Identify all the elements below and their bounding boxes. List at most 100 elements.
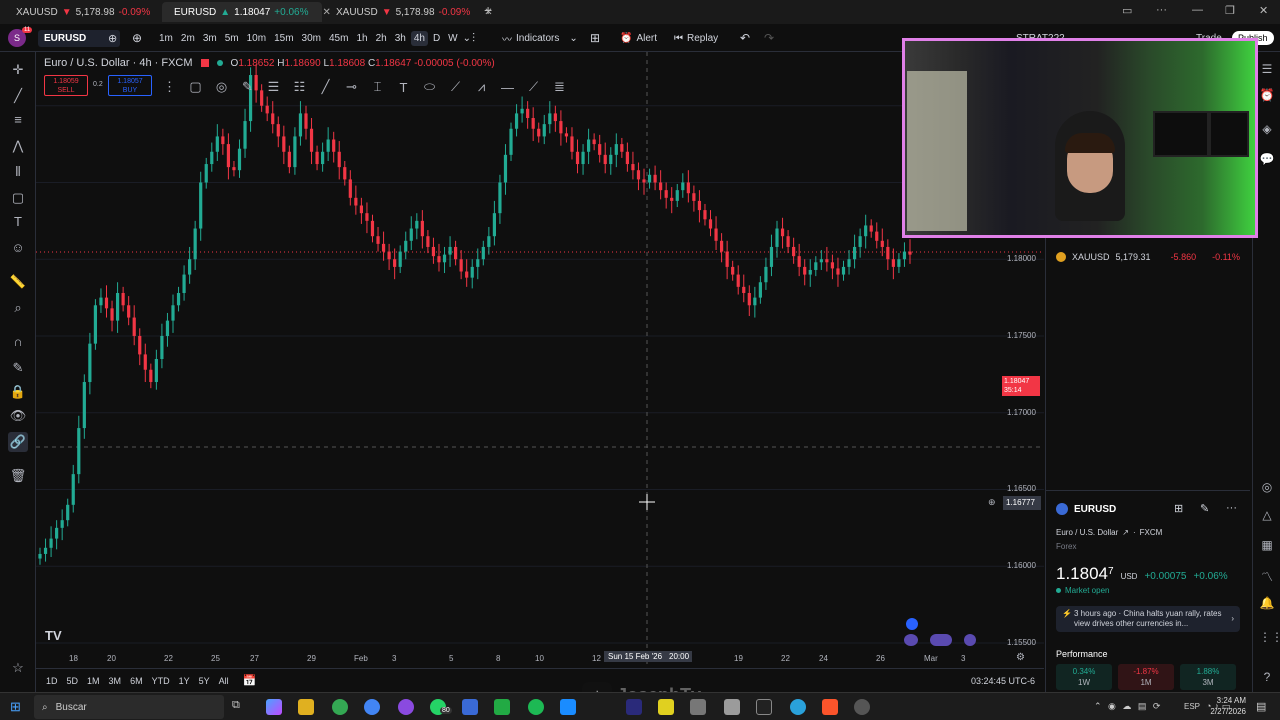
parallel-channel-icon[interactable]: ☷ bbox=[290, 79, 309, 95]
candle-body[interactable] bbox=[609, 154, 613, 165]
candle-body[interactable] bbox=[470, 266, 474, 278]
timeframe-3h[interactable]: 3h bbox=[392, 31, 409, 46]
candle-body[interactable] bbox=[160, 335, 164, 359]
add-symbol-icon[interactable]: ⊕ bbox=[132, 24, 142, 52]
candle-body[interactable] bbox=[321, 151, 325, 165]
ideas-icon[interactable]: △ bbox=[1259, 508, 1275, 524]
help-icon[interactable]: ? bbox=[1259, 670, 1275, 686]
candle-body[interactable] bbox=[337, 151, 341, 168]
candle-body[interactable] bbox=[620, 144, 624, 152]
candle-body[interactable] bbox=[226, 144, 231, 168]
favorites-star-icon[interactable]: ☆ bbox=[8, 658, 28, 678]
grid-view-icon[interactable]: ⊞ bbox=[1174, 502, 1183, 515]
target-icon[interactable]: ◎ bbox=[1259, 480, 1275, 496]
discord-icon[interactable] bbox=[398, 699, 414, 715]
candle-body[interactable] bbox=[276, 124, 280, 137]
task-view-icon[interactable]: ⧉ bbox=[232, 699, 248, 715]
buy-button[interactable]: 1.18057 BUY bbox=[108, 75, 152, 96]
candle-body[interactable] bbox=[93, 305, 98, 344]
candle-body[interactable] bbox=[88, 343, 92, 383]
candle-body[interactable] bbox=[880, 240, 884, 247]
candle-body[interactable] bbox=[171, 305, 175, 321]
candle-body[interactable] bbox=[780, 228, 785, 237]
system-tray-icons[interactable]: ⌃ ◉ ☁ ▤ ⟳ bbox=[1094, 701, 1162, 712]
candle-body[interactable] bbox=[841, 266, 846, 275]
timeframe-30m[interactable]: 30m bbox=[299, 31, 324, 46]
candle-body[interactable] bbox=[653, 174, 657, 183]
candle-body[interactable] bbox=[631, 164, 635, 171]
redo-icon[interactable]: ↷ bbox=[764, 24, 774, 52]
candle-body[interactable] bbox=[636, 170, 641, 180]
price-chart[interactable] bbox=[36, 52, 1044, 666]
candle-body[interactable] bbox=[199, 182, 203, 229]
candle-body[interactable] bbox=[481, 246, 485, 260]
candle-body[interactable] bbox=[742, 286, 746, 293]
layers-icon[interactable]: ◈ bbox=[1259, 122, 1275, 138]
candle-body[interactable] bbox=[514, 113, 519, 129]
notifications-icon[interactable]: 🔔 bbox=[1259, 596, 1275, 612]
candle-body[interactable] bbox=[415, 220, 419, 229]
candle-body[interactable] bbox=[803, 266, 807, 275]
candle-body[interactable] bbox=[409, 228, 413, 241]
edit-icon[interactable]: ✎ bbox=[1200, 502, 1209, 515]
app-icon[interactable] bbox=[462, 699, 478, 715]
candle-body[interactable] bbox=[104, 297, 109, 309]
candle-body[interactable] bbox=[121, 292, 125, 306]
rectangle-icon[interactable]: ▢ bbox=[186, 79, 205, 95]
browser-tab-xauusd-2[interactable]: XAUUSD ▼ 5,178.98 -0.09% ✕ bbox=[324, 2, 493, 22]
candle-body[interactable] bbox=[127, 305, 131, 318]
trend-line-icon[interactable]: ╱ bbox=[316, 79, 335, 95]
timeframe-dropdown-icon[interactable]: ⌄ bbox=[463, 33, 471, 44]
candle-body[interactable] bbox=[293, 136, 297, 168]
menu-icon[interactable]: ≣ bbox=[550, 79, 569, 95]
horizontal-line-icon[interactable]: ⊸ bbox=[342, 79, 361, 95]
projection-tool-icon[interactable]: ⫴ bbox=[8, 162, 28, 182]
candle-body[interactable] bbox=[498, 182, 502, 214]
ruler-tool-icon[interactable]: 📏 bbox=[8, 272, 28, 292]
app-icon[interactable] bbox=[560, 699, 576, 715]
candle-body[interactable] bbox=[814, 262, 818, 270]
candle-body[interactable] bbox=[82, 382, 86, 429]
candle-body[interactable] bbox=[77, 428, 81, 475]
candle-body[interactable] bbox=[586, 139, 591, 152]
user-avatar[interactable]: S 11 bbox=[8, 24, 33, 52]
shapes-tool-icon[interactable]: ▢ bbox=[8, 188, 28, 208]
candle-body[interactable] bbox=[326, 139, 330, 152]
candle-body[interactable] bbox=[315, 151, 319, 165]
candle-body[interactable] bbox=[426, 236, 430, 247]
candle-body[interactable] bbox=[138, 335, 142, 355]
candle-body[interactable] bbox=[659, 182, 663, 191]
maximize-icon[interactable]: ❐ bbox=[1225, 4, 1235, 17]
candle-body[interactable] bbox=[869, 225, 873, 232]
candle-body[interactable] bbox=[193, 228, 197, 260]
arrow-icon[interactable]: ⟋ bbox=[524, 79, 543, 95]
candle-body[interactable] bbox=[792, 246, 796, 257]
candle-body[interactable] bbox=[736, 274, 740, 287]
candle-body[interactable] bbox=[210, 151, 214, 165]
candle-body[interactable] bbox=[825, 259, 829, 263]
pattern-tool-icon[interactable]: ⋀ bbox=[8, 136, 28, 156]
performance-tile[interactable]: 1.88% 3M bbox=[1180, 664, 1236, 690]
candle-body[interactable] bbox=[703, 210, 707, 220]
timeframe-10m[interactable]: 10m bbox=[244, 31, 269, 46]
candle-body[interactable] bbox=[49, 538, 53, 548]
watchlist-row[interactable]: XAUUSD 5,179.31 -5.860 -0.11% bbox=[1056, 252, 1246, 262]
candle-body[interactable] bbox=[775, 228, 779, 247]
app-icon[interactable] bbox=[658, 699, 674, 715]
candle-body[interactable] bbox=[271, 113, 275, 125]
candle-body[interactable] bbox=[243, 121, 247, 149]
circle-icon[interactable]: ◎ bbox=[212, 79, 231, 95]
candle-body[interactable] bbox=[149, 369, 153, 383]
candle-body[interactable] bbox=[376, 236, 380, 244]
candle-body[interactable] bbox=[875, 231, 879, 241]
candle-body[interactable] bbox=[686, 182, 690, 194]
range-1Y[interactable]: 1Y bbox=[179, 676, 190, 686]
compare-icon[interactable]: ⊕ bbox=[108, 24, 117, 52]
timeframe-45m[interactable]: 45m bbox=[326, 31, 351, 46]
candle-body[interactable] bbox=[304, 113, 308, 129]
timeframe-D[interactable]: D bbox=[430, 31, 443, 46]
candle-body[interactable] bbox=[902, 251, 907, 260]
candle-body[interactable] bbox=[232, 167, 236, 171]
candle-body[interactable] bbox=[509, 128, 513, 155]
candle-body[interactable] bbox=[99, 297, 103, 306]
